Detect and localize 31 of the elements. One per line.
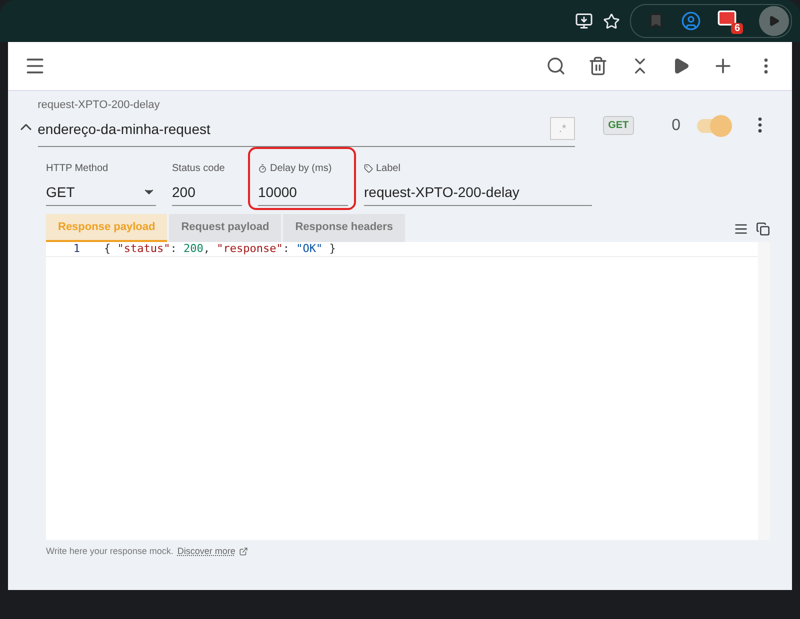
delete-icon[interactable] <box>588 56 608 76</box>
code-editor[interactable]: 1 { "status": 200, "response": "OK" } <box>46 242 770 540</box>
copy-icon[interactable] <box>756 222 770 236</box>
line-number: 1 <box>72 242 81 256</box>
method-badge: GET <box>603 116 634 135</box>
input-field[interactable]: request-XPTO-200-delay <box>364 179 592 206</box>
hit-count: 0 <box>672 117 681 135</box>
play-icon <box>768 15 780 27</box>
play-icon[interactable] <box>672 57 690 75</box>
extension-button[interactable] <box>759 6 789 36</box>
field-label: HTTP Method <box>46 162 110 175</box>
search-icon[interactable] <box>546 56 566 76</box>
star-icon[interactable] <box>603 12 620 30</box>
tag-icon <box>364 164 373 172</box>
format-icon[interactable] <box>734 222 748 236</box>
external-link-icon <box>239 546 248 556</box>
input-field[interactable]: 10000 <box>258 179 348 206</box>
hint-text: Write here your response mock. <box>46 546 174 556</box>
field-label: Delay by (ms) <box>258 161 348 175</box>
code-line: { "status": 200, "response": "OK" } <box>104 242 336 256</box>
notification-badge: 6 <box>731 23 743 34</box>
discover-link[interactable]: Discover more <box>177 546 236 556</box>
timer-icon <box>258 164 267 172</box>
request-caption: request-XPTO-200-delay <box>38 99 161 111</box>
input-field[interactable]: 200 <box>172 179 242 206</box>
profile-icon[interactable] <box>681 11 701 31</box>
field-label: Label <box>364 161 592 175</box>
install-app-icon[interactable] <box>575 12 593 30</box>
url-field[interactable]: endereço-da-minha-request .* <box>38 117 576 147</box>
field-label: Status code <box>172 162 226 175</box>
select-field[interactable]: GET <box>46 179 156 206</box>
